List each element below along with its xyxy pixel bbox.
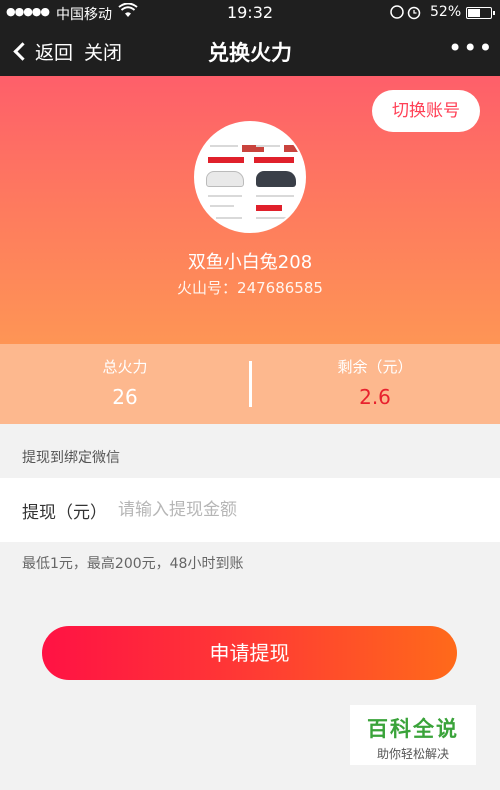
status-bar: ●●●●● 中国移动 19:32 52%: [0, 0, 500, 26]
user-name: 双鱼小白兔208: [187, 252, 313, 273]
nav-bar: 返回 关闭 兑换火力 •••: [0, 26, 500, 76]
section-label: 提现到绑定微信: [22, 450, 120, 466]
stats-panel: 总火力 26 剩余（元） 2.6: [0, 344, 500, 424]
total-firepower: 总火力 26: [0, 344, 250, 424]
withdraw-row: 提现（元）: [0, 478, 500, 542]
total-firepower-value: 26: [112, 385, 138, 409]
avatar: [194, 121, 306, 233]
switch-account-button[interactable]: 切换账号: [372, 90, 480, 132]
watermark-subtitle: 助你轻松解决: [376, 747, 449, 761]
withdraw-amount-input[interactable]: [118, 496, 478, 524]
battery-icon: [466, 7, 495, 19]
watermark-logo: 百科全说 助你轻松解决: [350, 705, 476, 765]
watermark-title: 百科全说: [367, 717, 459, 741]
total-firepower-label: 总火力: [102, 358, 148, 376]
remaining-label: 剩余（元）: [337, 358, 413, 376]
withdraw-limit-note: 最低1元，最高200元，48小时到账: [22, 556, 244, 572]
clock-time: 19:32: [226, 3, 274, 22]
remaining-balance: 剩余（元） 2.6: [250, 344, 500, 424]
user-id: 火山号：247686585: [177, 279, 323, 297]
profile-header: 切换账号 双鱼小白兔208 火山号：247686585: [0, 76, 500, 344]
lock-alarm-icon: [390, 4, 424, 24]
apply-withdraw-button[interactable]: 申请提现: [42, 626, 457, 680]
remaining-value: 2.6: [359, 385, 391, 409]
battery-percent: 52%: [430, 4, 462, 20]
more-menu-button[interactable]: •••: [448, 34, 493, 62]
withdraw-field-label: 提现（元）: [22, 503, 107, 523]
page-title: 兑换火力: [208, 41, 292, 65]
